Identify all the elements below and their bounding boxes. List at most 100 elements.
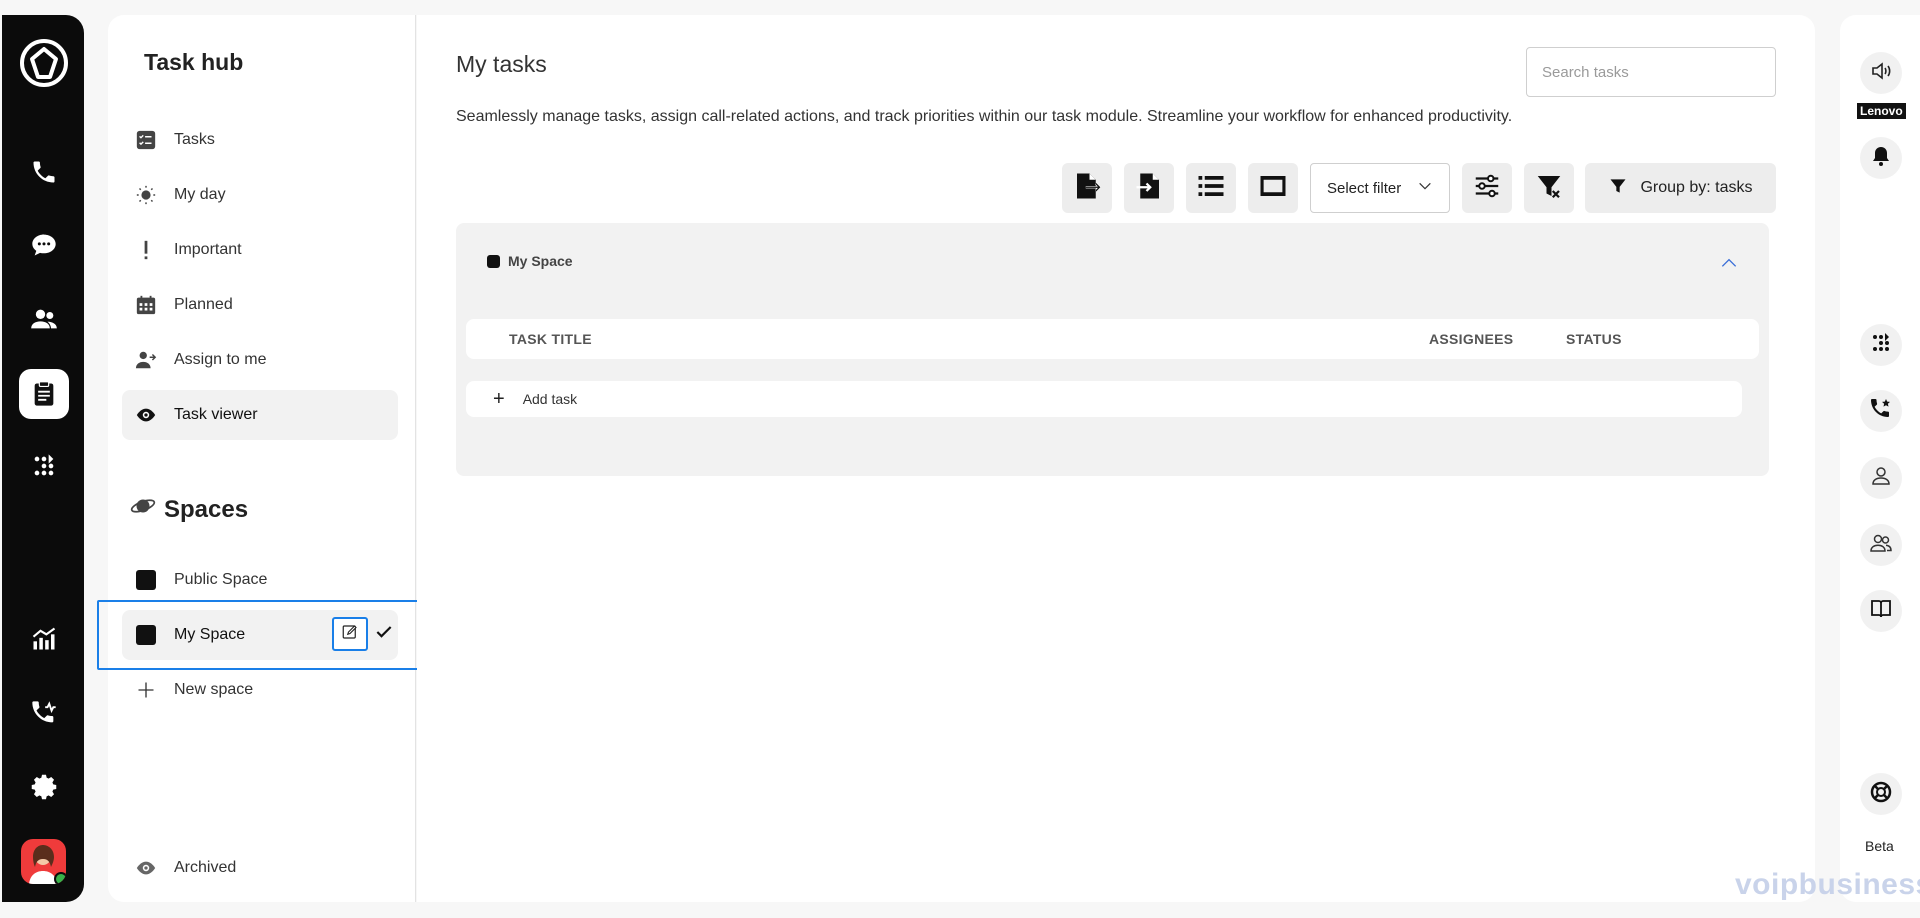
select-filter-label: Select filter bbox=[1327, 179, 1402, 197]
sidebar-item-important[interactable]: Important bbox=[122, 225, 398, 275]
sidebar-item-tasks[interactable]: Tasks bbox=[122, 115, 398, 165]
phone-star-icon bbox=[1869, 397, 1893, 426]
exclamation-icon bbox=[134, 238, 158, 262]
new-space-label: New space bbox=[174, 681, 254, 698]
file-import-icon bbox=[1134, 171, 1164, 206]
chevron-up-icon bbox=[1719, 258, 1739, 277]
book-icon bbox=[1869, 597, 1893, 626]
users-icon bbox=[1869, 531, 1893, 560]
add-task-label: Add task bbox=[522, 391, 578, 407]
plus-icon: + bbox=[493, 387, 505, 410]
filter-icon bbox=[1608, 176, 1628, 201]
favorite-calls-button[interactable] bbox=[1860, 390, 1902, 432]
sidebar-item-label: Task viewer bbox=[174, 406, 258, 423]
volume-button[interactable] bbox=[1860, 52, 1902, 94]
app-logo-icon[interactable] bbox=[18, 37, 70, 89]
select-filter-dropdown[interactable]: Select filter bbox=[1310, 163, 1450, 213]
sidebar-item-my-day[interactable]: My day bbox=[122, 170, 398, 220]
online-status-icon bbox=[54, 872, 66, 884]
space-color-icon bbox=[134, 568, 158, 592]
dialpad-icon[interactable] bbox=[23, 445, 65, 487]
lifebuoy-icon bbox=[1869, 780, 1893, 809]
right-rail: Lenovo Beta bbox=[1840, 15, 1920, 902]
page-description: Seamlessly manage tasks, assign call-rel… bbox=[456, 108, 1513, 125]
device-label: Lenovo bbox=[1857, 103, 1906, 119]
expand-rows-icon bbox=[1258, 171, 1288, 206]
file-export-icon bbox=[1072, 171, 1102, 206]
sidebar-item-label: My day bbox=[174, 186, 226, 203]
beta-label: Beta bbox=[1865, 838, 1894, 854]
directory-button[interactable] bbox=[1860, 590, 1902, 632]
analytics-icon[interactable] bbox=[23, 618, 65, 660]
speaker-icon bbox=[1869, 59, 1893, 88]
space-color-icon bbox=[487, 254, 500, 268]
eye-icon bbox=[134, 856, 158, 880]
contacts-icon[interactable] bbox=[23, 298, 65, 340]
edit-space-button[interactable] bbox=[332, 617, 368, 651]
spaces-heading: Spaces bbox=[130, 493, 248, 526]
calendar-icon bbox=[134, 293, 158, 317]
search-input[interactable] bbox=[1526, 47, 1776, 97]
confirm-space-button[interactable] bbox=[372, 622, 396, 646]
team-button[interactable] bbox=[1860, 524, 1902, 566]
edit-icon bbox=[341, 623, 359, 646]
list-icon bbox=[1196, 171, 1226, 206]
dialpad-icon bbox=[1869, 331, 1893, 360]
sidebar-item-archived[interactable]: Archived bbox=[122, 843, 398, 893]
notifications-button[interactable] bbox=[1860, 137, 1902, 179]
task-hub-sidebar: Task hub Tasks My day Important Planned … bbox=[108, 15, 416, 902]
group-name: My Space bbox=[508, 253, 573, 269]
help-button[interactable] bbox=[1860, 773, 1902, 815]
sidebar-item-planned[interactable]: Planned bbox=[122, 280, 398, 330]
filter-clear-icon bbox=[1534, 171, 1564, 206]
table-header: TASK TITLE ASSIGNEES STATUS bbox=[466, 319, 1759, 359]
sidebar-item-label: Archived bbox=[174, 859, 237, 876]
sidebar-item-assign-to-me[interactable]: Assign to me bbox=[122, 335, 398, 385]
group-by-label: Group by: tasks bbox=[1640, 179, 1753, 196]
export-button[interactable] bbox=[1062, 163, 1112, 213]
check-icon bbox=[374, 622, 394, 647]
sidebar-title: Task hub bbox=[144, 49, 244, 75]
app-rail bbox=[2, 15, 84, 902]
space-item-label: Public Space bbox=[174, 571, 268, 588]
checklist-icon bbox=[134, 128, 158, 152]
collapse-group-button[interactable] bbox=[1719, 253, 1739, 273]
task-group-panel: My Space TASK TITLE ASSIGNEES STATUS + A… bbox=[456, 223, 1769, 476]
sidebar-item-task-viewer[interactable]: Task viewer bbox=[122, 390, 398, 440]
dialpad-button[interactable] bbox=[1860, 324, 1902, 366]
add-task-button[interactable]: + Add task bbox=[466, 381, 1742, 417]
call-activity-icon[interactable] bbox=[23, 692, 65, 734]
sidebar-item-label: Planned bbox=[174, 296, 233, 313]
settings-icon[interactable] bbox=[23, 766, 65, 808]
filter-settings-button[interactable] bbox=[1462, 163, 1512, 213]
group-by-button[interactable]: Group by: tasks bbox=[1585, 163, 1776, 213]
sliders-icon bbox=[1472, 171, 1502, 206]
bell-icon bbox=[1869, 144, 1893, 173]
page-title: My tasks bbox=[456, 51, 547, 77]
tasks-nav-icon[interactable] bbox=[19, 369, 69, 419]
chevron-down-icon bbox=[1417, 178, 1433, 198]
chat-icon[interactable] bbox=[23, 224, 65, 266]
user-icon bbox=[1869, 464, 1893, 493]
column-header-task-title: TASK TITLE bbox=[509, 331, 592, 347]
watermark: voipbusiness bbox=[1735, 868, 1920, 901]
main-content: My tasks Seamlessly manage tasks, assign… bbox=[417, 15, 1815, 902]
profile-button[interactable] bbox=[1860, 457, 1902, 499]
planet-icon bbox=[130, 493, 156, 526]
user-assign-icon bbox=[134, 348, 158, 372]
phone-icon[interactable] bbox=[23, 151, 65, 193]
eye-icon bbox=[134, 403, 158, 427]
column-header-assignees: ASSIGNEES bbox=[1429, 331, 1514, 347]
sun-icon bbox=[134, 183, 158, 207]
sidebar-item-label: Tasks bbox=[174, 131, 215, 148]
clear-filter-button[interactable] bbox=[1524, 163, 1574, 213]
sidebar-item-label: Important bbox=[174, 241, 242, 258]
sidebar-item-label: Assign to me bbox=[174, 351, 267, 368]
user-avatar[interactable] bbox=[21, 839, 66, 884]
space-item-public[interactable]: Public Space bbox=[122, 555, 398, 605]
plus-icon bbox=[134, 678, 158, 702]
new-space-button[interactable]: New space bbox=[122, 665, 398, 715]
row-height-button[interactable] bbox=[1248, 163, 1298, 213]
list-view-button[interactable] bbox=[1186, 163, 1236, 213]
import-button[interactable] bbox=[1124, 163, 1174, 213]
